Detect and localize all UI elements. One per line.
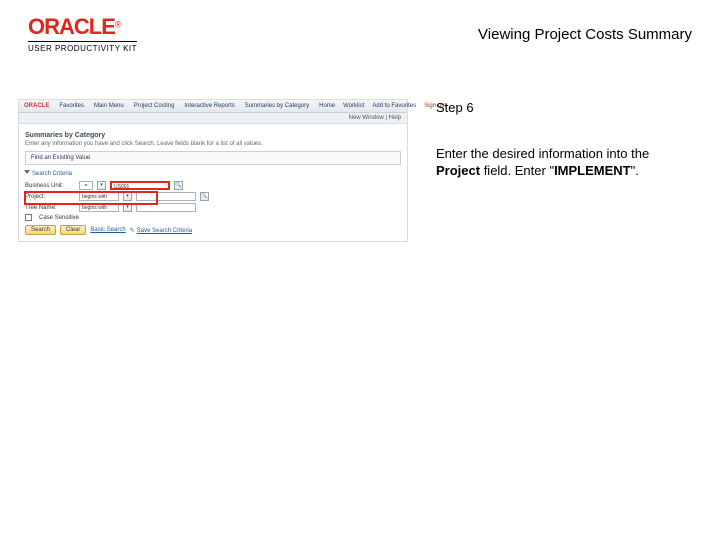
logo-block: ORACLE® USER PRODUCTIVITY KIT — [28, 16, 137, 53]
criteria-header: Search Criteria — [25, 169, 401, 177]
dropdown-icon: ▾ — [123, 192, 132, 201]
basic-search-link[interactable]: Basic Search — [90, 227, 125, 233]
nav-item: Favorites — [59, 103, 84, 109]
row-case: Case Sensitive — [25, 214, 401, 221]
lookup-icon: 🔍 — [174, 181, 183, 190]
dropdown-icon: ▾ — [123, 203, 132, 212]
bu-op: = — [79, 181, 93, 190]
subbrand: USER PRODUCTIVITY KIT — [28, 41, 137, 53]
find-box: Find an Existing Value — [25, 151, 401, 165]
top-link: Add to Favorites — [372, 103, 416, 109]
lookup-icon: 🔍 — [200, 192, 209, 201]
bu-label: Business Unit: — [25, 183, 75, 189]
project-label: Project: — [25, 194, 75, 200]
instruction-pane: Step 6 Enter the desired information int… — [418, 99, 698, 242]
row-tree: Tree Name: begins with ▾ — [25, 203, 401, 212]
nav-item: Interactive Reports — [184, 103, 234, 109]
sim-logo: ORACLE — [24, 103, 49, 109]
save-search-link[interactable]: Save Search Criteria — [130, 227, 192, 234]
tree-field[interactable] — [136, 203, 196, 212]
content-row: ORACLE Favorites Main Menu Project Costi… — [0, 99, 720, 242]
case-checkbox[interactable] — [25, 214, 32, 221]
oracle-logo: ORACLE® — [28, 16, 137, 39]
bu-field[interactable]: US001 — [110, 181, 170, 190]
sim-body: Summaries by Category Enter any informat… — [19, 124, 407, 241]
sim-desc: Enter any information you have and click… — [25, 141, 401, 147]
nav-item: Project Costing — [134, 103, 175, 109]
nav-item: Summaries by Category — [245, 103, 309, 109]
clear-button[interactable]: Clear — [60, 225, 86, 235]
dropdown-icon: ▾ — [97, 181, 106, 190]
project-op: begins with — [79, 192, 119, 201]
search-button[interactable]: Search — [25, 225, 56, 235]
project-field[interactable] — [136, 192, 196, 201]
screenshot-pane: ORACLE Favorites Main Menu Project Costi… — [18, 99, 418, 242]
sim-heading: Summaries by Category — [25, 132, 401, 139]
tree-label: Tree Name: — [25, 205, 75, 211]
page-header: ORACLE® USER PRODUCTIVITY KIT Viewing Pr… — [0, 0, 720, 61]
top-link: Home — [319, 103, 335, 109]
step-label: Step 6 — [436, 99, 674, 117]
page-title: Viewing Project Costs Summary — [478, 16, 692, 43]
case-label: Case Sensitive — [39, 215, 79, 221]
top-link: Worklist — [343, 103, 364, 109]
button-row: Search Clear Basic Search Save Search Cr… — [25, 225, 401, 235]
nav-item: Main Menu — [94, 103, 124, 109]
app-screenshot: ORACLE Favorites Main Menu Project Costi… — [18, 99, 408, 242]
sim-subbar: New Window | Help — [19, 113, 407, 124]
sim-breadcrumb-bar: ORACLE Favorites Main Menu Project Costi… — [19, 100, 407, 113]
row-project: Project: begins with ▾ 🔍 — [25, 192, 401, 201]
row-business-unit: Business Unit: = ▾ US001 🔍 — [25, 181, 401, 190]
tree-op: begins with — [79, 203, 119, 212]
instruction-text: Enter the desired information into the P… — [436, 145, 674, 180]
